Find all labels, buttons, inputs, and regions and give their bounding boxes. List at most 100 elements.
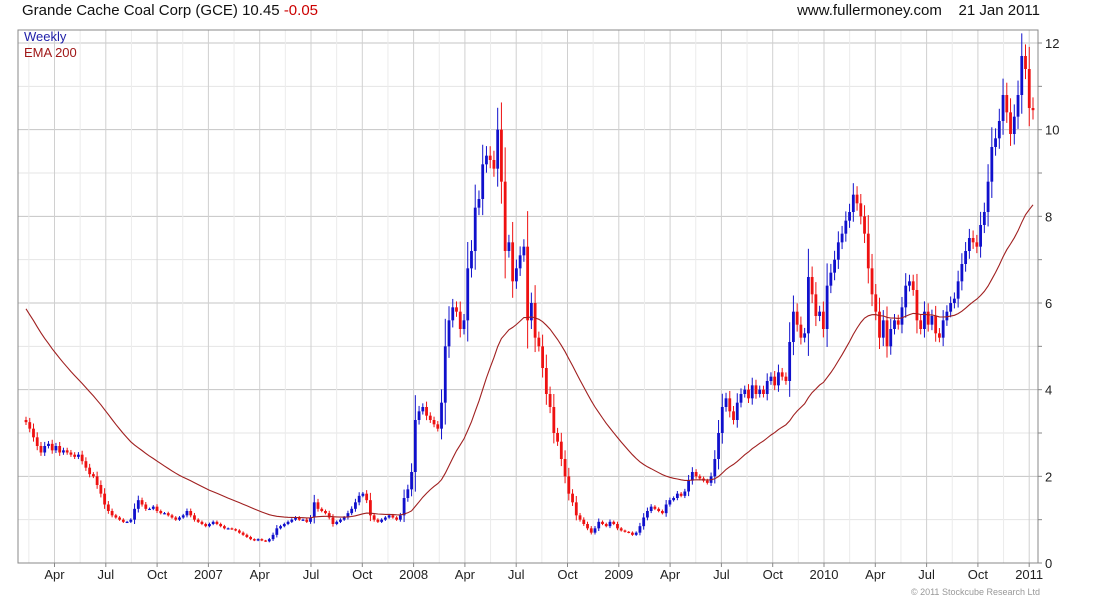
candle-body: [1009, 112, 1012, 134]
candle-body: [151, 506, 155, 509]
candle-body: [95, 476, 99, 485]
candle-body: [1020, 56, 1024, 95]
candle-body: [155, 506, 159, 511]
candle-body: [335, 521, 339, 524]
candle-body: [264, 540, 267, 542]
candle-body: [129, 519, 133, 522]
candle-body: [795, 311, 799, 325]
x-tick-label: Jul: [97, 567, 114, 582]
candle-body: [88, 467, 92, 475]
candle-body: [410, 472, 413, 490]
candle-body: [65, 450, 69, 453]
candle-body: [496, 129, 500, 169]
candle-body: [971, 238, 975, 243]
candle-body: [915, 290, 919, 321]
candle-body: [597, 521, 601, 529]
x-tick-label: Apr: [660, 567, 681, 582]
y-tick-label: 2: [1045, 469, 1052, 484]
candle-body: [485, 155, 488, 165]
candle-body: [361, 493, 365, 496]
candle-body: [904, 285, 908, 308]
candle-body: [982, 212, 986, 225]
candle-body: [245, 534, 249, 537]
candle-body: [885, 320, 889, 347]
candle-body: [997, 121, 1001, 139]
candle-body: [754, 385, 758, 394]
candle-body: [249, 537, 253, 540]
candle-body: [994, 138, 997, 147]
candle-body: [305, 519, 309, 522]
candle-body: [713, 459, 717, 477]
candle-body: [234, 529, 238, 531]
candle-body: [159, 511, 163, 514]
candle-body: [792, 311, 795, 342]
candle-body: [638, 526, 642, 533]
candle-body: [604, 524, 608, 527]
candle-body: [140, 500, 144, 505]
x-tick-label: Oct: [352, 567, 373, 582]
candle-body: [851, 194, 855, 212]
candle-body: [447, 320, 451, 347]
candle-body: [133, 508, 136, 520]
candle-body: [428, 415, 432, 420]
candle-body: [425, 407, 428, 416]
candle-body: [432, 420, 436, 425]
x-tick-label: Jul: [508, 567, 525, 582]
candle-body: [829, 272, 833, 286]
x-tick-label: Apr: [865, 567, 886, 582]
candle-body: [646, 511, 649, 518]
candle-body: [252, 539, 256, 541]
candle-body: [717, 433, 720, 459]
candle-body: [750, 385, 754, 399]
candle-body: [185, 511, 189, 516]
candle-body: [788, 342, 792, 381]
x-tick-label: Apr: [44, 567, 65, 582]
candle-body: [106, 504, 110, 511]
candle-body: [762, 389, 765, 394]
candle-body: [312, 502, 316, 518]
candle-body: [1005, 95, 1009, 113]
candle-body: [492, 160, 496, 169]
candle-body: [200, 521, 204, 524]
candle-body: [1001, 95, 1005, 121]
price-chart: 0 2 4 6 8 10 12 Apr Jul Oct 2007 Apr Jul Oct 2008 Apr J…: [17, 29, 1059, 582]
candle-body: [578, 515, 582, 520]
candle-body: [58, 446, 62, 453]
candle-body: [833, 259, 836, 273]
candle-body: [451, 307, 455, 321]
candle-body: [121, 519, 125, 522]
candle-body: [260, 539, 264, 541]
candle-body: [301, 519, 305, 521]
candle-body: [170, 515, 174, 518]
y-tick-label: 8: [1045, 209, 1052, 224]
y-tick-label: 4: [1045, 383, 1052, 398]
candle-body: [77, 454, 80, 457]
candle-body: [900, 307, 904, 325]
candle-body: [380, 519, 384, 522]
candle-body: [331, 517, 335, 524]
candle-body: [780, 372, 784, 377]
candle-body: [649, 506, 653, 511]
candle-body: [417, 411, 421, 420]
candle-body: [840, 233, 844, 243]
candle-body: [747, 389, 750, 399]
candle-body: [1031, 108, 1035, 111]
candle-body: [657, 508, 661, 511]
candles: [24, 33, 1035, 543]
candle-body: [836, 242, 840, 260]
candle-body: [54, 446, 58, 451]
candle-body: [118, 517, 121, 520]
candle-body: [720, 407, 724, 433]
candle-body: [690, 472, 694, 481]
candle-body: [1012, 116, 1016, 134]
candle-body: [889, 329, 893, 347]
candle-body: [32, 428, 35, 438]
candle-body: [223, 526, 226, 529]
candle-body: [466, 268, 470, 321]
candle-body: [919, 320, 923, 329]
candle-body: [503, 181, 507, 251]
candle-body: [627, 531, 631, 533]
candle-body: [735, 402, 739, 420]
candle-body: [859, 203, 863, 217]
candle-body: [395, 517, 399, 520]
